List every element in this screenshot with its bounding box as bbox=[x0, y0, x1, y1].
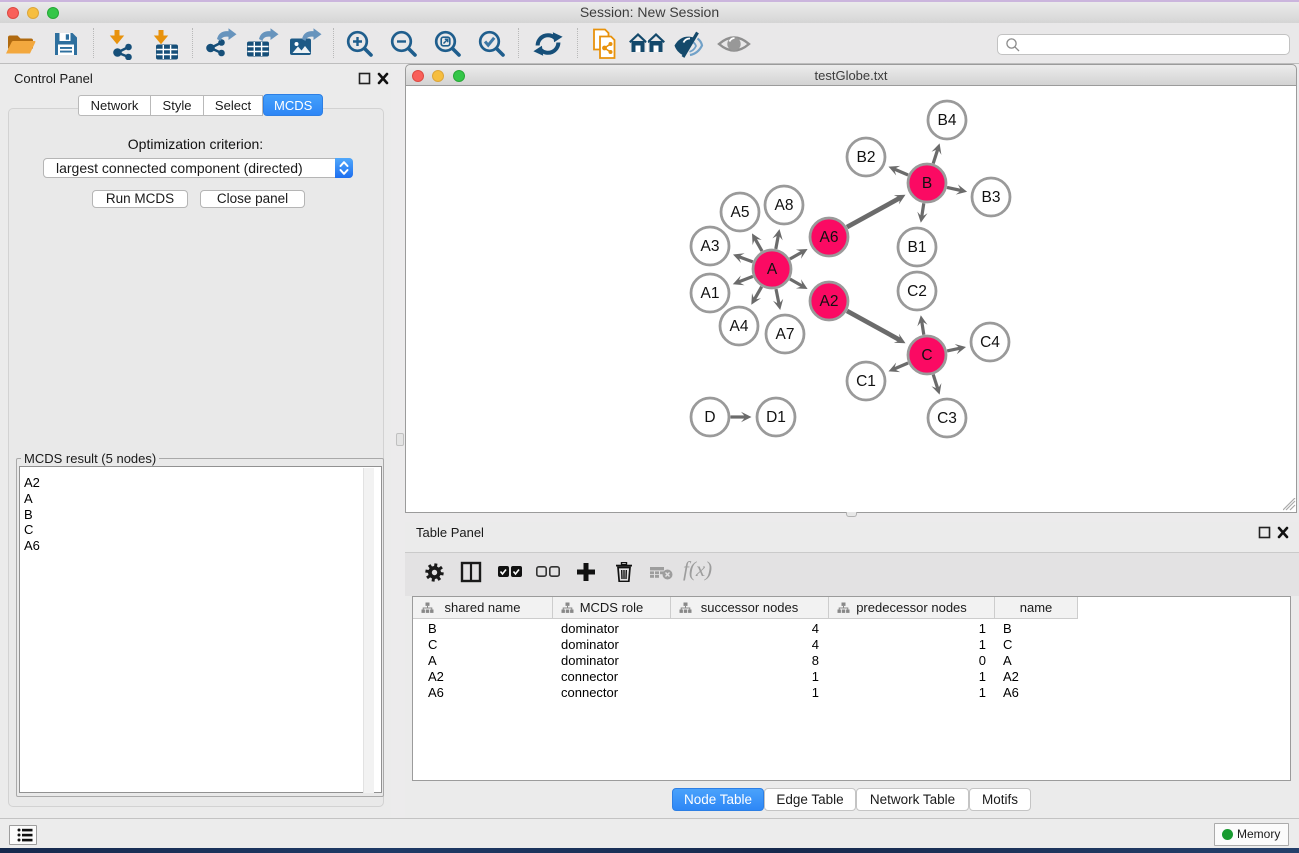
svg-text:A: A bbox=[767, 261, 778, 278]
svg-text:A2: A2 bbox=[820, 293, 839, 310]
svg-text:B2: B2 bbox=[857, 149, 876, 166]
svg-text:C: C bbox=[921, 347, 932, 364]
svg-text:A3: A3 bbox=[701, 238, 720, 255]
svg-text:B1: B1 bbox=[908, 239, 927, 256]
svg-text:B: B bbox=[922, 175, 932, 192]
svg-text:C1: C1 bbox=[856, 373, 876, 390]
svg-text:D1: D1 bbox=[766, 409, 786, 426]
svg-text:A5: A5 bbox=[731, 204, 750, 221]
svg-text:C2: C2 bbox=[907, 283, 927, 300]
svg-text:D: D bbox=[704, 409, 715, 426]
svg-text:C3: C3 bbox=[937, 410, 957, 427]
svg-text:A8: A8 bbox=[775, 197, 794, 214]
svg-text:A6: A6 bbox=[820, 229, 839, 246]
svg-text:C4: C4 bbox=[980, 334, 1000, 351]
svg-text:A7: A7 bbox=[776, 326, 795, 343]
svg-text:B3: B3 bbox=[982, 189, 1001, 206]
svg-text:A4: A4 bbox=[730, 318, 749, 335]
svg-text:A1: A1 bbox=[701, 285, 720, 302]
svg-text:B4: B4 bbox=[938, 112, 957, 129]
